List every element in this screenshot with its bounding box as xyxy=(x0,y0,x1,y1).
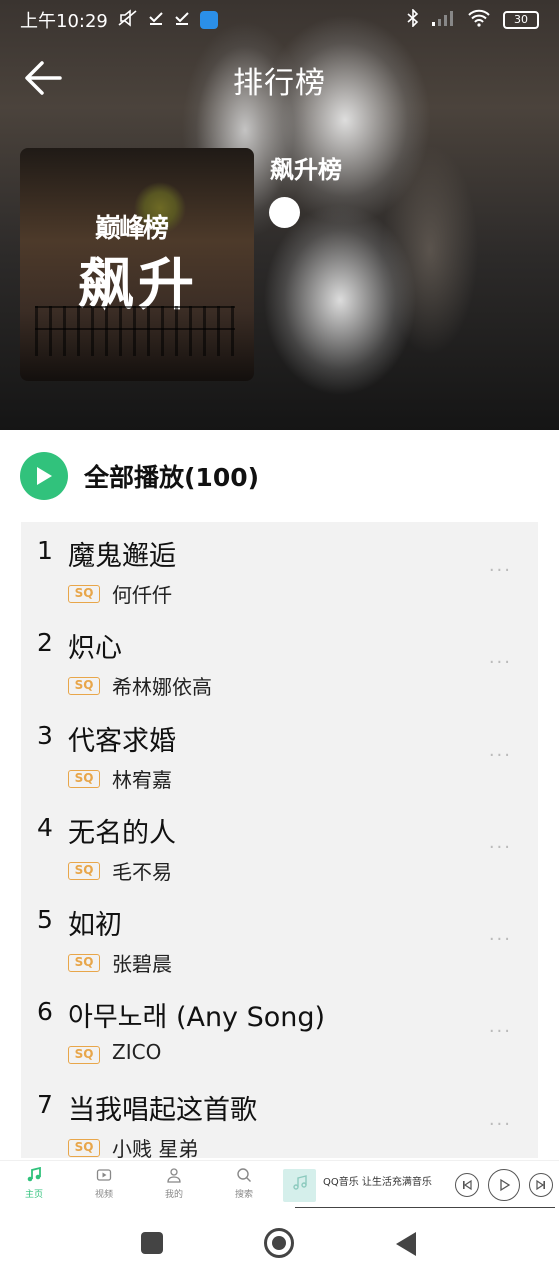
mini-player-cover xyxy=(283,1169,316,1202)
battery-icon: 30 xyxy=(503,11,539,29)
song-row[interactable]: 5 如初 SQ 张碧晨 ··· xyxy=(21,891,538,983)
song-title: 魔鬼邂逅 xyxy=(68,541,176,572)
top-bar: 排行榜 xyxy=(0,50,559,106)
song-row[interactable]: 6 아무노래 (Any Song) SQ ZICO ··· xyxy=(21,983,538,1075)
song-artist: 毛不易 xyxy=(112,859,172,884)
app-notification-icon xyxy=(199,11,218,29)
skip-previous-icon xyxy=(463,1179,472,1191)
song-artist: ZICO xyxy=(112,1040,162,1065)
song-artist: 张碧晨 xyxy=(112,952,172,977)
song-title: 当我唱起这首歌 xyxy=(68,1094,257,1126)
home-button[interactable] xyxy=(264,1228,294,1258)
sq-badge: SQ xyxy=(68,585,100,603)
nav-label: 我的 xyxy=(164,1190,183,1200)
nav-label: 搜索 xyxy=(234,1190,253,1200)
system-nav-bar xyxy=(0,1208,559,1280)
download-done-icon xyxy=(148,10,164,30)
song-title: 아무노래 (Any Song) xyxy=(68,1002,326,1034)
play-all-button[interactable]: 全部播放(100) xyxy=(20,450,259,502)
song-title: 炽心 xyxy=(68,633,122,665)
sq-badge: SQ xyxy=(68,861,100,880)
chart-info-dot[interactable] xyxy=(269,197,300,228)
song-title: 无名的人 xyxy=(68,817,176,849)
nav-item-video[interactable]: 视频 xyxy=(84,1167,124,1200)
song-rank: 6 xyxy=(37,997,53,1027)
bottom-nav: 主页 视频 我的 搜索 QQ音乐 让生活充满音乐 xyxy=(0,1160,559,1208)
recents-button[interactable] xyxy=(141,1232,163,1254)
chart-name: 飙升榜 xyxy=(270,156,342,184)
sq-badge: SQ xyxy=(68,677,100,696)
nav-label: 视频 xyxy=(94,1190,113,1200)
more-options-icon[interactable]: ··· xyxy=(489,1114,512,1135)
bluetooth-icon xyxy=(407,8,419,31)
song-artist: 小贱 星弟 xyxy=(112,1136,199,1158)
page-title: 排行榜 xyxy=(233,66,326,101)
person-icon xyxy=(154,1167,194,1187)
status-time: 上午10:29 xyxy=(20,11,108,32)
song-row[interactable]: 2 炽心 SQ 希林娜依高 ··· xyxy=(21,614,538,706)
song-rank: 4 xyxy=(37,812,53,842)
play-icon xyxy=(20,452,68,500)
play-all-label: 全部播放(100) xyxy=(84,463,260,492)
song-artist: 希林娜依高 xyxy=(112,675,212,700)
song-rank: 7 xyxy=(37,1089,53,1119)
more-options-icon[interactable]: ··· xyxy=(489,1021,512,1042)
song-title: 代客求婚 xyxy=(68,725,176,757)
song-row[interactable]: 3 代客求婚 SQ 林宥嘉 ··· xyxy=(21,707,538,799)
more-options-icon[interactable]: ··· xyxy=(489,652,512,673)
song-rank: 2 xyxy=(37,628,53,658)
sq-badge: SQ xyxy=(68,1046,100,1065)
song-rank: 5 xyxy=(37,905,53,935)
sq-badge: SQ xyxy=(68,769,100,788)
song-rank: 3 xyxy=(37,720,53,750)
song-row[interactable]: 4 无名的人 SQ 毛不易 ··· xyxy=(21,799,538,891)
system-back-button[interactable] xyxy=(396,1232,416,1256)
mini-player-text: QQ音乐 让生活充满音乐 xyxy=(323,1177,432,1188)
signal-icon xyxy=(431,10,455,30)
song-row[interactable]: 7 当我唱起这首歌 SQ 小贱 星弟 ··· xyxy=(21,1076,538,1158)
video-icon xyxy=(84,1167,124,1187)
music-note-icon xyxy=(292,1175,307,1190)
chart-header: 上午10:29 30 排行榜 巅峰榜 飙升 飙升榜 xyxy=(0,0,559,430)
more-options-icon[interactable]: ··· xyxy=(489,837,512,858)
more-options-icon[interactable]: ··· xyxy=(489,745,512,766)
download-done-icon xyxy=(174,10,190,30)
play-icon xyxy=(500,1178,511,1192)
previous-button[interactable] xyxy=(455,1173,479,1197)
more-options-icon[interactable]: ··· xyxy=(489,929,512,950)
song-list: 1 魔鬼邂逅 SQ 何仟仟 ··· 2 炽心 SQ 希林娜依高 ··· 3 代客… xyxy=(21,522,538,1158)
nav-item-home[interactable]: 主页 xyxy=(14,1166,54,1200)
mini-player[interactable]: QQ音乐 让生活充满音乐 xyxy=(283,1169,555,1208)
mute-icon xyxy=(118,9,138,31)
status-bar: 上午10:29 30 xyxy=(0,0,559,40)
next-button[interactable] xyxy=(529,1173,553,1197)
search-icon xyxy=(224,1167,264,1187)
song-artist: 何仟仟 xyxy=(112,583,172,607)
song-title: 如初 xyxy=(68,910,122,942)
nav-item-mine[interactable]: 我的 xyxy=(154,1167,194,1200)
music-note-icon xyxy=(14,1166,54,1187)
song-artist: 林宥嘉 xyxy=(112,767,172,792)
sq-badge: SQ xyxy=(68,954,100,973)
nav-label: 主页 xyxy=(24,1190,43,1200)
sq-badge: SQ xyxy=(68,1138,100,1157)
nav-item-search[interactable]: 搜索 xyxy=(224,1167,264,1200)
chart-cover-image: 巅峰榜 飙升 xyxy=(20,148,254,381)
skip-next-icon xyxy=(536,1179,545,1191)
play-pause-button[interactable] xyxy=(488,1169,520,1201)
more-options-icon[interactable]: ··· xyxy=(489,560,512,581)
song-rank: 1 xyxy=(37,536,53,565)
song-row[interactable]: 1 魔鬼邂逅 SQ 何仟仟 ··· xyxy=(21,522,538,614)
wifi-icon xyxy=(467,9,491,31)
